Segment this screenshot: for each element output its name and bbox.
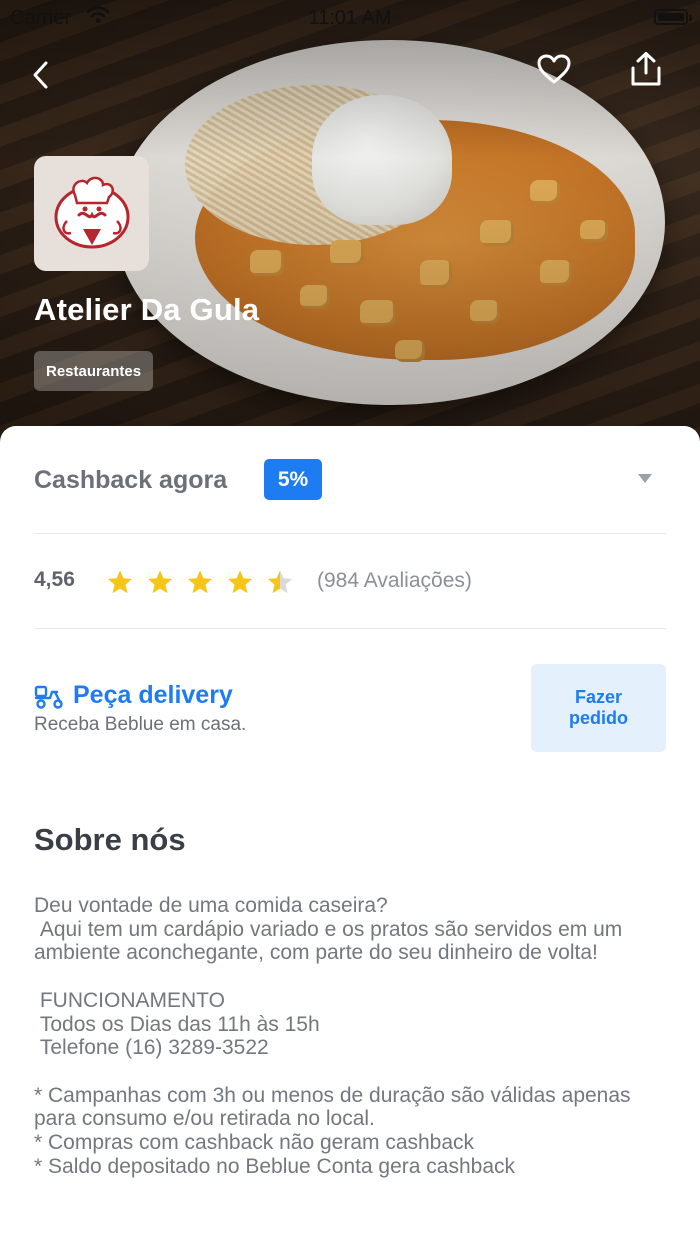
star-full-icon [140, 565, 180, 599]
rating-value: 4,56 [34, 568, 75, 591]
chevron-left-icon [33, 61, 48, 89]
rating-row: 4,56 (984 Avaliações) [34, 560, 666, 604]
star-full-icon [180, 565, 220, 599]
share-icon [631, 52, 661, 86]
order-button[interactable]: Fazer pedido [531, 664, 666, 752]
cashback-badge: 5% [264, 459, 322, 500]
back-button[interactable] [19, 53, 63, 97]
about-text: Deu vontade de uma comida caseira? Aqui … [34, 894, 631, 1178]
star-full-icon [100, 565, 140, 599]
favorite-button[interactable] [532, 47, 576, 91]
battery-icon [654, 9, 688, 25]
star-full-icon [220, 565, 260, 599]
divider [34, 628, 666, 629]
heart-icon [537, 54, 571, 84]
delivery-scooter-icon [34, 684, 64, 715]
star-half-icon [260, 565, 300, 599]
delivery-row: Peça delivery Receba Beblue em casa. Faz… [34, 664, 666, 752]
status-bar: Carrier 11:01 AM [0, 0, 700, 36]
review-count[interactable]: (984 Avaliações) [317, 569, 472, 593]
about-title: Sobre nós [34, 822, 186, 857]
category-tag: Restaurantes [34, 351, 154, 391]
cashback-row[interactable]: Cashback agora 5% [34, 458, 666, 502]
star-rating [100, 565, 300, 599]
status-time: 11:01 AM [308, 7, 392, 29]
delivery-title[interactable]: Peça delivery [73, 681, 233, 710]
share-button[interactable] [624, 47, 668, 91]
cashback-label: Cashback agora [34, 466, 228, 494]
battery-tip [689, 15, 692, 21]
caret-down-icon[interactable] [638, 474, 652, 483]
divider [34, 533, 666, 534]
store-logo [34, 156, 149, 271]
store-name: Atelier Da Gula [34, 292, 260, 327]
chef-logo-icon [54, 176, 129, 248]
delivery-subtitle: Receba Beblue em casa. [34, 714, 247, 735]
